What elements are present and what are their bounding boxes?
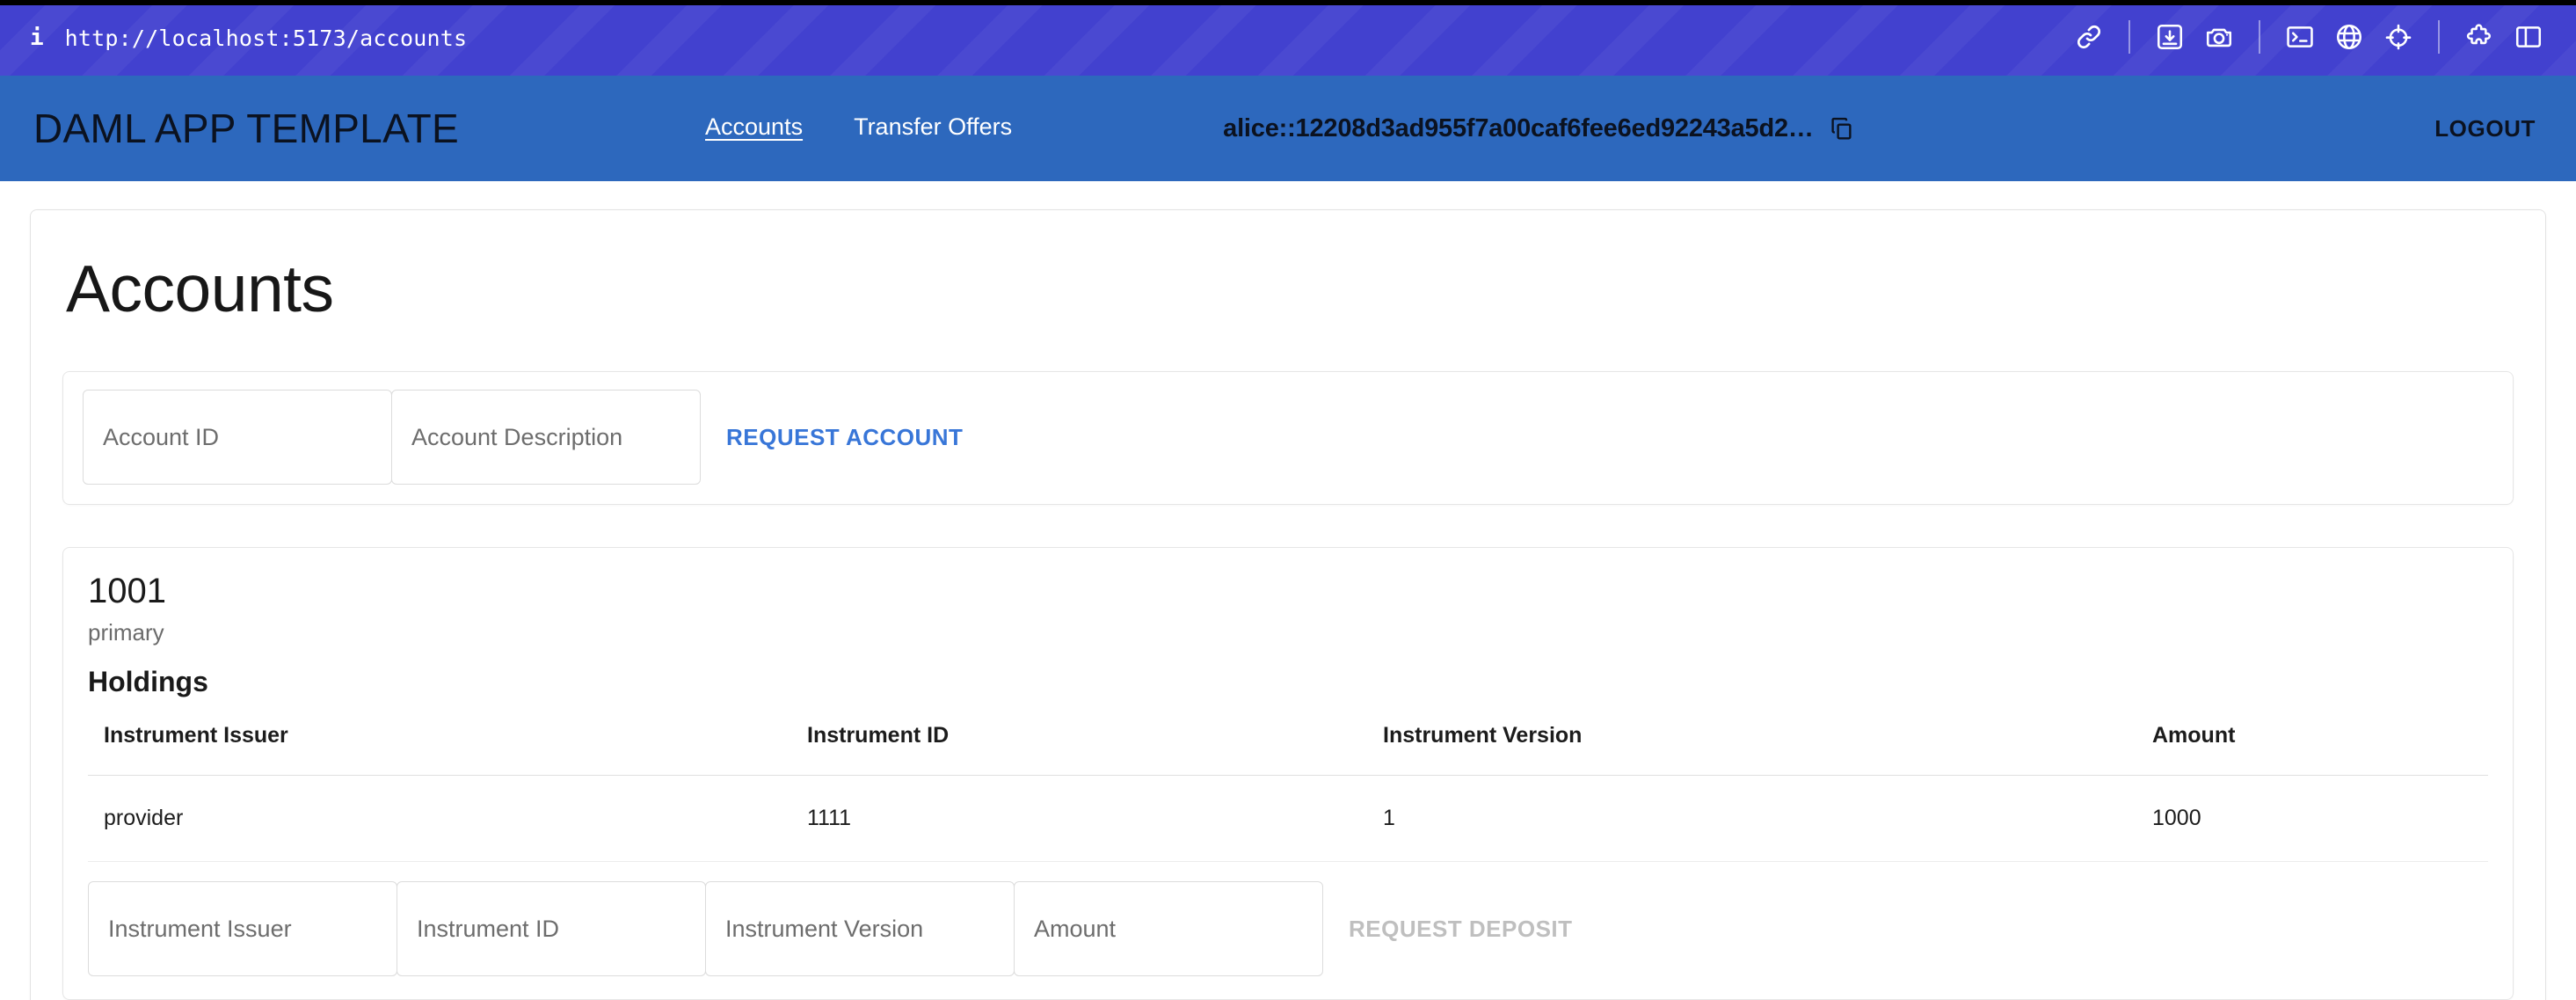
nav-links: Accounts Transfer Offers [705, 113, 1012, 143]
cell-amount: 1000 [2136, 775, 2488, 863]
party-id-text: alice::12208d3ad955f7a00caf6fee6ed92243a… [1223, 113, 1814, 142]
column-header-instrument-id: Instrument ID [791, 711, 1367, 777]
nav-item-accounts[interactable]: Accounts [705, 113, 803, 143]
request-deposit-form: Instrument Issuer Instrument ID Instrume… [88, 862, 2488, 977]
terminal-icon[interactable] [2275, 12, 2325, 62]
link-icon[interactable] [2064, 12, 2114, 62]
table-header-row: Instrument Issuer Instrument ID Instrume… [88, 711, 2488, 777]
copy-icon[interactable] [1823, 109, 1861, 148]
deposit-instrument-id-input[interactable]: Instrument ID [397, 881, 706, 977]
account-description: primary [88, 619, 164, 646]
account-id-input[interactable]: Account ID [83, 390, 392, 485]
cell-instrument-id: 1111 [791, 775, 1367, 863]
deposit-instrument-issuer-input[interactable]: Instrument Issuer [88, 881, 397, 977]
page-body: Accounts Account ID Account Description … [0, 181, 2576, 1000]
toolbar-divider [2438, 20, 2440, 54]
account-description-input[interactable]: Account Description [391, 390, 701, 485]
request-deposit-button[interactable]: REQUEST DEPOSIT [1322, 881, 1599, 976]
table-row: provider 1111 1 1000 [88, 775, 2488, 863]
request-account-button[interactable]: REQUEST ACCOUNT [700, 390, 989, 485]
nav-item-transfer-offers[interactable]: Transfer Offers [854, 113, 1012, 143]
deposit-instrument-version-input[interactable]: Instrument Version [705, 881, 1015, 977]
url-text: http://localhost:5173/accounts [64, 25, 468, 51]
toolbar-divider [2259, 20, 2260, 54]
column-header-instrument-version: Instrument Version [1367, 711, 2136, 777]
column-header-instrument-issuer: Instrument Issuer [88, 711, 791, 777]
panel-icon[interactable] [2504, 12, 2553, 62]
cell-instrument-issuer: provider [88, 775, 791, 863]
party-display: alice::12208d3ad955f7a00caf6fee6ed92243a… [1223, 109, 1861, 148]
globe-icon[interactable] [2325, 12, 2374, 62]
accounts-page-card: Accounts Account ID Account Description … [30, 209, 2546, 1000]
app-brand: DAML APP TEMPLATE [33, 106, 460, 151]
app-navbar: DAML APP TEMPLATE Accounts Transfer Offe… [0, 76, 2576, 181]
request-account-panel: Account ID Account Description REQUEST A… [62, 371, 2514, 505]
page-title: Accounts [66, 252, 334, 325]
column-header-amount: Amount [2136, 711, 2488, 777]
download-image-icon[interactable] [2145, 12, 2194, 62]
deposit-amount-input[interactable]: Amount [1014, 881, 1323, 977]
account-card: 1001 primary Holdings Instrument Issuer … [62, 547, 2514, 1000]
request-account-form: Account ID Account Description REQUEST A… [83, 390, 2493, 485]
cell-instrument-version: 1 [1367, 775, 2136, 863]
holdings-title: Holdings [88, 666, 208, 698]
account-id: 1001 [88, 572, 166, 610]
holdings-table: Instrument Issuer Instrument ID Instrume… [88, 711, 2488, 863]
info-icon: i [30, 25, 44, 51]
browser-tools [2064, 0, 2553, 76]
browser-toolbar: i http://localhost:5173/accounts [0, 0, 2576, 76]
toolbar-divider [2128, 20, 2130, 54]
puzzle-icon[interactable] [2455, 12, 2504, 62]
camera-icon[interactable] [2194, 12, 2244, 62]
logout-button[interactable]: LOGOUT [2434, 115, 2544, 142]
target-icon[interactable] [2374, 12, 2423, 62]
